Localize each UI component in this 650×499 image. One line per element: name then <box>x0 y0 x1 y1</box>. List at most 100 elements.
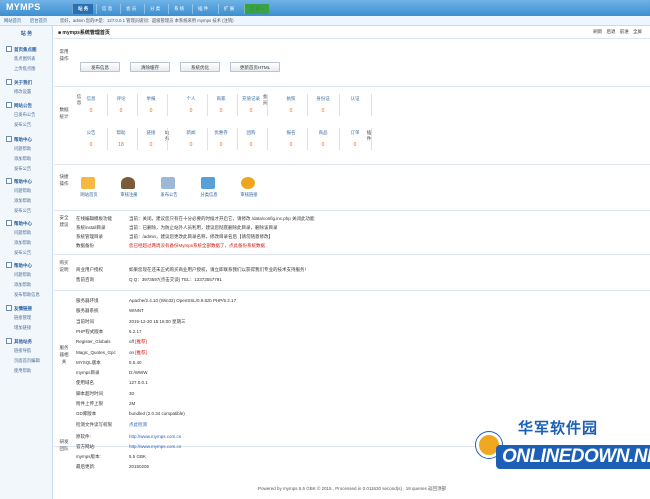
sidebar-item[interactable]: 添加帮助 <box>14 198 31 204</box>
stat-label[interactable]: 身份证 <box>308 96 338 102</box>
nav-tab-plugin[interactable]: 插 件 <box>192 4 213 14</box>
nav-tab-all[interactable]: 全 部 ▾ <box>244 4 269 14</box>
sidebar-item[interactable]: 发布帮助信息 <box>14 292 40 298</box>
stat-label[interactable]: 公告 <box>76 130 106 136</box>
team-value[interactable]: http://www.mymps.com.cn <box>129 444 181 449</box>
team-value[interactable]: http://www.mymps.com.cn <box>129 434 181 439</box>
stat-label[interactable]: 认证 <box>340 96 370 102</box>
stat-value: 18 <box>118 142 124 148</box>
security-key: 系统install目录 <box>76 225 106 230</box>
sidebar-item[interactable]: 添加帮助 <box>14 156 31 162</box>
sidebar-group-focus[interactable]: 首页焦点图 <box>6 46 37 53</box>
team-value: 20150205 <box>129 464 150 469</box>
user-icon <box>121 177 135 189</box>
clear-cache-button[interactable]: 清除缓存 <box>130 62 170 72</box>
nav-tab-info[interactable]: 信 息 <box>96 4 117 14</box>
nav-tab-system[interactable]: 系 统 <box>168 4 189 14</box>
server-key: 使用域名 <box>76 380 94 386</box>
stat-label[interactable]: 评论 <box>106 96 136 102</box>
stat-label[interactable]: 信息 <box>76 96 106 102</box>
nav-tab-station[interactable]: 站 务 <box>72 4 94 14</box>
fullscreen-link[interactable]: 全屏 <box>633 29 642 34</box>
sidebar-item[interactable]: 链接管理 <box>14 315 31 321</box>
frontend-link[interactable]: 网站首页 <box>4 18 21 24</box>
welcome-text: 您好，admin 您的IP是：127.0.0.1 管理员级别：超级管理员 本系统… <box>60 18 234 23</box>
server-key: 当前时间 <box>76 318 94 324</box>
stat-divider <box>167 128 168 150</box>
stat-value: 0 <box>149 108 153 114</box>
sidebar-item[interactable]: 添加帮助 <box>14 240 31 246</box>
backend-link[interactable]: 后台首页 <box>30 18 47 24</box>
sidebar-item[interactable]: 发布公告 <box>14 208 31 214</box>
sidebar-group-other[interactable]: 其他站务 <box>6 338 32 345</box>
stat-label[interactable]: 订单 <box>340 130 370 136</box>
app-logo: MYMPS <box>6 2 41 12</box>
server-value: D:/WWW <box>129 370 148 376</box>
purchase-key: 售前咨询 <box>76 277 94 282</box>
watermark-top-text: 华军软件园 <box>518 420 599 437</box>
forward-link[interactable]: 前进 <box>620 29 629 34</box>
nav-tab-member[interactable]: 会 员 <box>120 4 141 14</box>
stat-value: 0 <box>119 108 123 114</box>
stat-label[interactable]: 执照 <box>276 96 306 102</box>
stat-value: 0 <box>249 108 253 114</box>
stat-value: 0 <box>321 108 325 114</box>
sidebar-group-help[interactable]: 帮助中心 <box>6 262 32 269</box>
sidebar-item[interactable]: 问题帮助 <box>14 146 31 152</box>
sidebar-group-help[interactable]: 帮助中心 <box>6 220 32 227</box>
sidebar-item[interactable]: 使用帮助 <box>14 368 31 374</box>
back-link[interactable]: 后退 <box>606 29 615 34</box>
stat-label[interactable]: 个人 <box>176 96 206 102</box>
contact-value[interactable]: Q Q：3973597(点击交谈) TEL：13373557791 <box>129 277 222 283</box>
sidebar-item[interactable]: 问题帮助 <box>14 188 31 194</box>
sidebar-item[interactable]: 修改设置 <box>14 89 31 95</box>
server-value: WINNT <box>129 308 144 314</box>
stat-label[interactable]: 商家 <box>206 96 236 102</box>
divider <box>54 164 650 165</box>
server-key: 检测文件读写权限 <box>76 421 112 427</box>
server-key: 附件上传上限 <box>76 401 103 406</box>
publish-info-button[interactable]: 发布信息 <box>80 62 120 72</box>
sidebar-group-help[interactable]: 帮助中心 <box>6 136 32 143</box>
stat-label[interactable]: 新闻 <box>176 130 206 136</box>
sidebar-item[interactable]: 焦点图列表 <box>14 56 35 62</box>
stat-value: 0 <box>219 108 223 114</box>
optimize-button[interactable]: 系统优化 <box>180 62 220 72</box>
sidebar-item[interactable]: 链接导航 <box>14 348 31 354</box>
stat-label[interactable]: 优惠券 <box>206 130 236 136</box>
stat-label[interactable]: 报名 <box>276 130 306 136</box>
stat-label[interactable]: 团购 <box>236 130 266 136</box>
sidebar-item[interactable]: 问题帮助 <box>14 230 31 236</box>
stat-label[interactable]: 商品 <box>308 130 338 136</box>
top-nav-bar: MYMPS 站 务 信 息 会 员 分 类 系 统 插 件 扩 展 全 部 ▾ <box>0 0 650 16</box>
sidebar-item[interactable]: 发布公告 <box>14 250 31 256</box>
server-value[interactable]: 点此检测 <box>129 422 147 428</box>
sidebar-group-links[interactable]: 友情链接 <box>6 305 32 312</box>
stat-label[interactable]: 链接 <box>136 130 166 136</box>
home-icon <box>81 177 95 189</box>
sidebar-group-help[interactable]: 帮助中心 <box>6 178 32 185</box>
sidebar-group-notice[interactable]: 网站公告 <box>6 102 32 109</box>
backup-warning[interactable]: 您已经超过两周没有备份Mymps系统全部数据了，点此备份系统数据 <box>129 243 265 249</box>
divider <box>54 290 650 291</box>
stat-divider <box>167 94 168 116</box>
server-key: PHP程式版本 <box>76 328 104 334</box>
sidebar-item[interactable]: 添加帮助 <box>14 282 31 288</box>
sidebar-item[interactable]: 页面首页编辑 <box>14 358 40 364</box>
sidebar-item[interactable]: 上传焦点图 <box>14 66 35 72</box>
nav-tab-category[interactable]: 分 类 <box>144 4 165 14</box>
stat-label[interactable]: 充值记录 <box>236 96 266 102</box>
sidebar-item[interactable]: 发布公告 <box>14 166 31 172</box>
watermark-bottom-text: ONLINEDOWN.NET <box>496 445 650 469</box>
sidebar-item[interactable]: 已发布公告 <box>14 112 35 118</box>
nav-tab-extend[interactable]: 扩 展 <box>218 4 239 14</box>
refresh-link[interactable]: 刷新 <box>593 29 602 34</box>
stat-label[interactable]: 帮助 <box>106 130 136 136</box>
stat-value: 0 <box>219 142 223 148</box>
update-html-button[interactable]: 更新首页HTML <box>230 62 280 72</box>
sidebar-group-about[interactable]: 关于我们 <box>6 79 32 86</box>
sidebar-item[interactable]: 发布公告 <box>14 122 31 128</box>
stat-label[interactable]: 举报 <box>136 96 166 102</box>
sidebar-item[interactable]: 问题帮助 <box>14 272 31 278</box>
sidebar-item[interactable]: 增加链接 <box>14 325 31 331</box>
